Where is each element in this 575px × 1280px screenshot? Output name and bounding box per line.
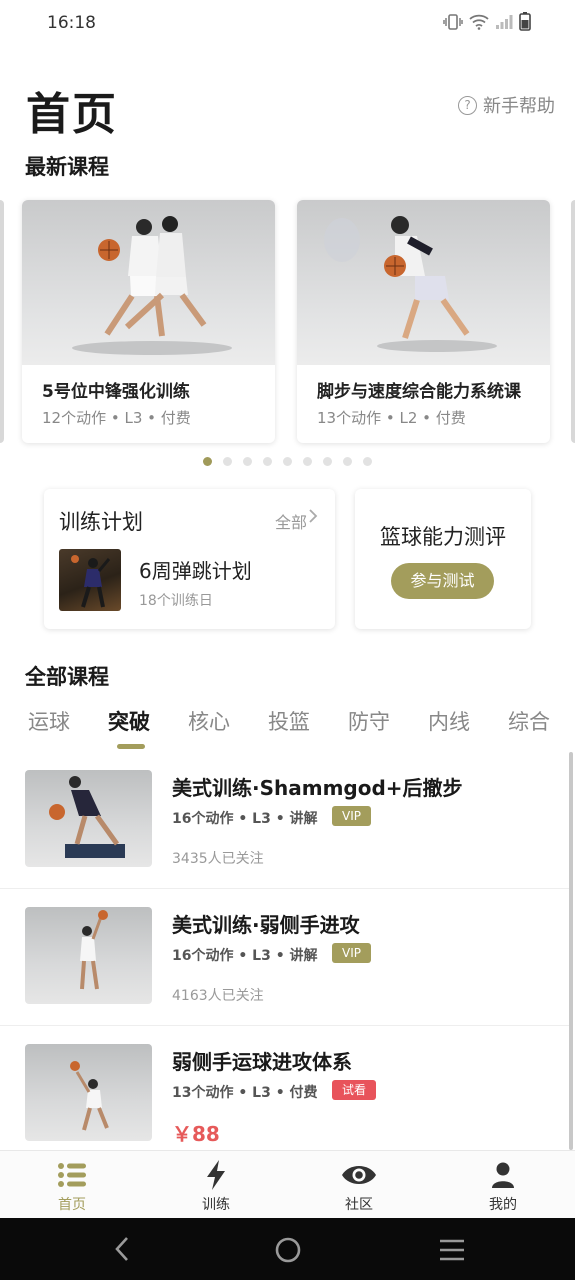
evaluation-card[interactable]: 篮球能力测评 参与测试 [355,489,531,629]
back-icon[interactable] [112,1234,132,1268]
carousel-peek-right [571,200,575,443]
course-card-image [22,200,275,365]
tab-dribble[interactable]: 运球 [28,706,70,736]
pagination-dot[interactable] [243,457,252,466]
chevron-right-icon[interactable] [308,507,318,530]
tab-core[interactable]: 核心 [188,706,230,736]
training-plan-card[interactable]: 训练计划 全部 6周弹跳计划 18个训练日 [44,489,335,629]
pagination-dot[interactable] [303,457,312,466]
list-item[interactable]: 弱侧手运球进攻体系 13个动作 • L3 • 付费 试看 ￥88 [0,1026,569,1150]
all-courses-title: 全部课程 [25,665,109,689]
course-category-tabs[interactable]: 运球 突破 核心 投篮 防守 内线 综合 [0,706,575,752]
nav-item-community[interactable]: 社区 [309,1159,409,1214]
list-scrollbar[interactable] [569,752,573,1150]
wifi-icon [469,14,489,34]
lightning-icon [166,1159,266,1191]
course-card-image [297,200,550,365]
latest-courses-title: 最新课程 [25,155,109,179]
evaluation-title: 篮球能力测评 [380,525,506,549]
course-thumbnail [25,1044,152,1141]
latest-courses-carousel[interactable]: 5号位中锋强化训练 12个动作 • L3 • 付费 脚步与速度综合能力系统课 1… [0,200,575,445]
tab-breakthrough[interactable]: 突破 [108,706,150,736]
training-plan-all-link[interactable]: 全部 [275,509,307,533]
help-label: 新手帮助 [483,96,555,117]
training-plan-title: 训练计划 [59,510,143,534]
start-test-button[interactable]: 参与测试 [391,563,494,599]
course-meta: 16个动作 • L3 • 讲解 [172,948,318,964]
trial-badge: 试看 [332,1080,377,1100]
course-price: ￥88 [172,1122,220,1146]
list-icon [22,1159,122,1191]
home-circle-icon[interactable] [274,1236,302,1268]
pagination-dot[interactable] [363,457,372,466]
status-time: 16:18 [47,13,96,33]
course-card[interactable]: 5号位中锋强化训练 12个动作 • L3 • 付费 [22,200,275,443]
nav-label: 首页 [58,1197,86,1213]
question-icon: ? [458,95,477,115]
pagination-dot[interactable] [283,457,292,466]
nav-item-profile[interactable]: 我的 [453,1159,553,1214]
vip-badge: VIP [332,806,371,826]
course-meta: 16个动作 • L3 • 讲解 [172,811,318,827]
active-tab-indicator [117,744,145,749]
battery-icon [519,12,531,35]
pagination-dot[interactable] [343,457,352,466]
status-icons [443,12,531,35]
signal-icon [495,14,513,34]
list-item[interactable]: 美式训练·弱侧手进攻 16个动作 • L3 • 讲解 VIP 4163人已关注 [0,889,569,1026]
tab-comprehensive[interactable]: 综合 [508,706,550,736]
tab-shooting[interactable]: 投篮 [268,706,310,736]
nav-label: 社区 [345,1197,373,1213]
pagination-dot[interactable] [203,457,212,466]
eye-icon [309,1159,409,1191]
course-card[interactable]: 脚步与速度综合能力系统课 13个动作 • L2 • 付费 [297,200,550,443]
help-link[interactable]: ? 新手帮助 [458,92,555,118]
course-card-title: 5号位中锋强化训练 [42,382,190,402]
carousel-pagination [203,457,372,466]
course-title: 美式训练·弱侧手进攻 [172,913,360,937]
status-bar: 16:18 [0,0,575,48]
pagination-dot[interactable] [323,457,332,466]
list-item[interactable]: 美式训练·Shammgod+后撤步 16个动作 • L3 • 讲解 VIP 34… [0,752,569,889]
system-nav-bar [0,1218,575,1280]
nav-label: 我的 [489,1197,517,1213]
menu-icon[interactable] [438,1238,466,1266]
pagination-dot[interactable] [263,457,272,466]
follower-count: 3435人已关注 [172,851,264,867]
carousel-peek-left [0,200,4,443]
training-plan-name: 6周弹跳计划 [139,559,252,583]
training-plan-days: 18个训练日 [139,593,213,609]
course-card-meta: 12个动作 • L3 • 付费 [42,409,191,427]
page-title: 首页 [26,89,118,140]
vip-badge: VIP [332,943,371,963]
course-list[interactable]: 美式训练·Shammgod+后撤步 16个动作 • L3 • 讲解 VIP 34… [0,752,575,1150]
course-thumbnail [25,907,152,1004]
course-title: 弱侧手运球进攻体系 [172,1050,352,1074]
nav-item-home[interactable]: 首页 [22,1159,122,1214]
tab-post[interactable]: 内线 [428,706,470,736]
nav-label: 训练 [202,1197,230,1213]
course-thumbnail [25,770,152,867]
follower-count: 4163人已关注 [172,988,264,1004]
nav-item-training[interactable]: 训练 [166,1159,266,1214]
course-title: 美式训练·Shammgod+后撤步 [172,776,463,800]
person-icon [453,1159,553,1191]
course-card-meta: 13个动作 • L2 • 付费 [317,409,466,427]
pagination-dot[interactable] [223,457,232,466]
course-card-title: 脚步与速度综合能力系统课 [317,382,521,402]
training-plan-thumbnail [59,549,121,611]
tab-defense[interactable]: 防守 [348,706,390,736]
bottom-nav: 首页 训练 社区 我的 [0,1150,575,1218]
course-meta: 13个动作 • L3 • 付费 [172,1085,318,1101]
vibrate-icon [443,13,463,34]
